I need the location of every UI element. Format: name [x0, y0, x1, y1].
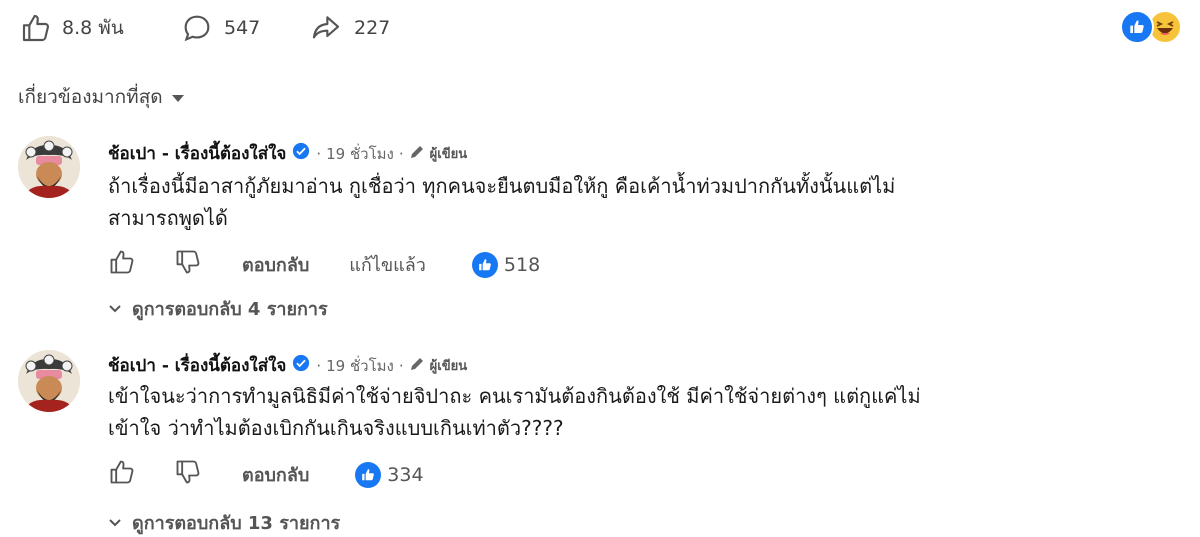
pen-icon — [409, 144, 425, 164]
like-button[interactable]: 8.8 พัน — [20, 12, 124, 44]
comment-header: ช้อเปา - เรื่องนี้ต้องใส่ใจ · 19 ชั่วโมง… — [108, 140, 467, 167]
reply-button[interactable]: ตอบกลับ — [242, 250, 309, 279]
comment-like-summary[interactable]: 334 — [355, 461, 424, 488]
comment-text: เข้าใจนะว่าการทำมูลนิธิมีค่าใช้จ่ายจิปาถ… — [108, 380, 1108, 444]
share-button[interactable]: 227 — [308, 12, 390, 44]
chevron-down-icon — [108, 298, 122, 319]
like-comment-button[interactable] — [108, 458, 136, 491]
thumbs-down-icon — [174, 248, 202, 281]
thumbs-down-icon — [174, 458, 202, 491]
dislike-comment-button[interactable] — [174, 458, 202, 491]
comment-actions: ตอบกลับ 334 — [108, 458, 424, 491]
thumbs-up-icon — [108, 248, 136, 281]
thumbs-up-icon — [20, 12, 52, 44]
comment-time[interactable]: 19 ชั่วโมง — [326, 142, 394, 166]
edited-label: แก้ไขแล้ว — [349, 255, 426, 276]
reaction-summary[interactable] — [1120, 10, 1182, 44]
separator-dot: · — [316, 144, 322, 163]
comment-text-line: เข้าใจ ว่าทำไมต้องเบิกกันเกินจริงแบบเกิน… — [108, 416, 564, 440]
like-reaction-icon — [1120, 10, 1154, 44]
caret-down-icon — [171, 86, 185, 108]
view-replies-label: ดูการตอบกลับ 13 รายการ — [132, 513, 341, 534]
comment-text-line: ถ้าเรื่องนี้มีอาสากู้ภัยมาอ่าน กูเชื่อว่… — [108, 174, 896, 198]
view-replies-button[interactable]: ดูการตอบกลับ 4 รายการ — [108, 294, 328, 323]
view-replies-label: ดูการตอบกลับ 4 รายการ — [132, 299, 328, 320]
separator-dot: · — [398, 356, 404, 375]
post-action-bar: 8.8 พัน 547 227 — [0, 0, 1200, 58]
share-count: 227 — [354, 17, 391, 39]
comment-like-summary[interactable]: 518 — [471, 251, 541, 278]
comment-text-line: สามารถพูดได้ — [108, 206, 228, 230]
avatar[interactable] — [18, 136, 80, 198]
comment-item: ช้อเปา - เรื่องนี้ต้องใส่ใจ · 19 ชั่วโมง… — [0, 128, 1200, 328]
author-name[interactable]: ช้อเปา - เรื่องนี้ต้องใส่ใจ — [108, 352, 286, 379]
comment-meta: · 19 ชั่วโมง · ผู้เขียน — [316, 142, 467, 166]
comment-count: 547 — [224, 17, 261, 39]
like-count: 8.8 พัน — [62, 17, 124, 39]
like-reaction-icon — [355, 461, 382, 488]
share-arrow-icon — [308, 12, 344, 44]
comment-text: ถ้าเรื่องนี้มีอาสากู้ภัยมาอ่าน กูเชื่อว่… — [108, 170, 1108, 234]
separator-dot: · — [398, 144, 404, 163]
comment-meta: · 19 ชั่วโมง · ผู้เขียน — [316, 354, 467, 378]
verified-badge-icon — [292, 354, 310, 377]
thumbs-up-icon — [108, 458, 136, 491]
sort-label: เกี่ยวข้องมากที่สุด — [18, 86, 163, 108]
comment-header: ช้อเปา - เรื่องนี้ต้องใส่ใจ · 19 ชั่วโมง… — [108, 352, 467, 379]
comment-item: ช้อเปา - เรื่องนี้ต้องใส่ใจ · 19 ชั่วโมง… — [0, 342, 1200, 534]
comment-actions: ตอบกลับ แก้ไขแล้ว 518 — [108, 248, 540, 281]
comment-time[interactable]: 19 ชั่วโมง — [326, 354, 394, 378]
dislike-comment-button[interactable] — [174, 248, 202, 281]
comment-button[interactable]: 547 — [180, 12, 260, 44]
like-comment-button[interactable] — [108, 248, 136, 281]
avatar[interactable] — [18, 350, 80, 412]
like-reaction-icon — [471, 251, 498, 278]
reply-button[interactable]: ตอบกลับ — [242, 460, 309, 489]
comment-bubble-icon — [180, 12, 214, 44]
comment-text-line: เข้าใจนะว่าการทำมูลนิธิมีค่าใช้จ่ายจิปาถ… — [108, 384, 921, 408]
separator-dot: · — [316, 356, 322, 375]
author-name[interactable]: ช้อเปา - เรื่องนี้ต้องใส่ใจ — [108, 140, 286, 167]
comment-sort-dropdown[interactable]: เกี่ยวข้องมากที่สุด — [18, 82, 185, 112]
chevron-down-icon — [108, 512, 122, 533]
comment-like-count: 518 — [503, 253, 541, 276]
comment-like-count: 334 — [387, 463, 424, 486]
view-replies-button[interactable]: ดูการตอบกลับ 13 รายการ — [108, 508, 340, 537]
pen-icon — [409, 356, 425, 376]
author-role-label: ผู้เขียน — [429, 359, 468, 374]
author-role-label: ผู้เขียน — [429, 147, 468, 162]
verified-badge-icon — [292, 142, 310, 165]
